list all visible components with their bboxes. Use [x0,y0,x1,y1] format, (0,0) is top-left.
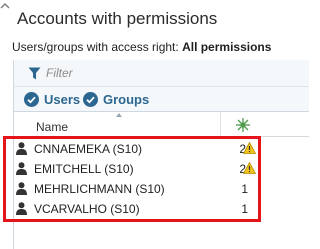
warning-icon [243,142,256,154]
table-row[interactable]: EMITCHELL (S10) 2 [14,158,274,178]
column-divider[interactable] [220,112,221,136]
account-name: EMITCHELL (S10) [34,162,134,176]
account-type-toggles: Users Groups [14,87,309,112]
chevron-up-icon[interactable] [0,0,10,14]
page-title: Accounts with permissions [17,9,218,28]
table-row[interactable]: CNNAEMEKA (S10) 2 [14,138,274,158]
users-toggle[interactable]: Users [24,90,80,108]
groups-toggle-label: Groups [103,91,150,107]
users-toggle-label: Users [44,91,81,107]
person-icon [16,202,27,215]
filter-icon [28,67,41,80]
table-header: Name [14,112,309,137]
accounts-panel: Users Groups Name [13,60,309,249]
filter-bar [14,60,309,87]
name-column-header[interactable]: Name [36,120,68,134]
table-row[interactable]: VCARVALHO (S10) 1 [14,198,274,218]
access-right-subtitle: Users/groups with access right: All perm… [12,40,271,54]
person-icon [16,182,27,195]
subtitle-value: All permissions [182,40,272,54]
person-icon [16,142,27,155]
permissions-column-icon[interactable] [235,117,251,133]
filter-input[interactable] [46,64,296,82]
account-name: CNNAEMEKA (S10) [34,142,143,156]
permission-count: 1 [241,202,248,216]
account-name: MEHRLICHMANN (S10) [34,182,165,196]
permission-count: 1 [241,182,248,196]
check-circle-icon [24,91,39,107]
account-name: VCARVALHO (S10) [34,202,140,216]
check-circle-icon [83,91,98,107]
subtitle-prefix: Users/groups with access right: [12,40,183,54]
table-row[interactable]: MEHRLICHMANN (S10) 1 [14,178,274,198]
warning-icon [243,162,256,174]
groups-toggle[interactable]: Groups [83,90,149,108]
person-icon [16,162,27,175]
sort-ascending-icon [116,113,122,117]
